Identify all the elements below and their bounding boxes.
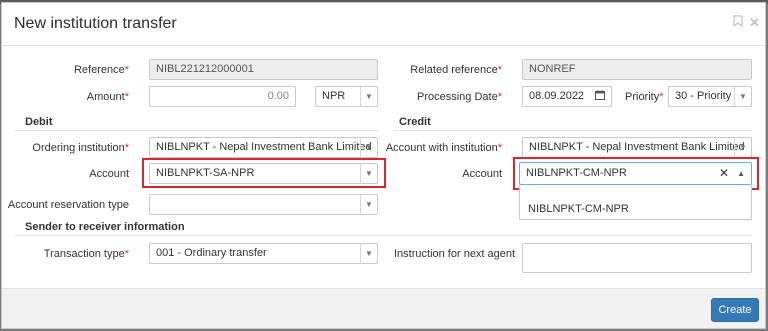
transaction-type-label: Transaction type*: [43, 248, 129, 260]
chevron-down-icon: ▼: [360, 195, 377, 214]
chevron-down-icon: ▼: [360, 244, 377, 263]
close-icon[interactable]: ✕: [749, 15, 760, 31]
processing-date-label: Processing Date*: [417, 91, 502, 103]
credit-account-select[interactable]: NIBLNPKT-CM-NPR ✕ ▲: [519, 162, 752, 185]
create-button[interactable]: Create: [711, 298, 759, 322]
chevron-down-icon: ▼: [360, 138, 377, 157]
ordering-institution-label: Ordering institution*: [32, 142, 129, 154]
debit-divider: [15, 130, 378, 131]
processing-date-input[interactable]: 08.09.2022: [522, 86, 612, 107]
credit-heading: Credit: [399, 116, 431, 128]
credit-account-dropdown: NIBLNPKT-CM-NPR: [519, 185, 752, 220]
account-with-institution-select[interactable]: NIBLNPKT - Nepal Investment Bank Limited…: [522, 137, 752, 158]
sender-info-divider: [15, 235, 752, 236]
priority-value: 30 - Priority: [675, 90, 732, 102]
account-reservation-type-label: Account reservation type: [7, 199, 129, 211]
debit-account-select[interactable]: NIBLNPKT-SA-NPR ▼: [149, 163, 378, 184]
transaction-type-select[interactable]: 001 - Ordinary transfer ▼: [149, 243, 378, 264]
related-reference-label: Related reference*: [410, 64, 502, 76]
dialog-footer: [2, 288, 765, 328]
credit-account-value: NIBLNPKT-CM-NPR: [526, 167, 627, 179]
chevron-down-icon: ▼: [360, 164, 377, 183]
debit-account-label: Account: [89, 168, 129, 180]
clear-selection-icon[interactable]: ✕: [719, 163, 729, 184]
ordering-institution-select[interactable]: NIBLNPKT - Nepal Investment Bank Limited…: [149, 137, 378, 158]
currency-value: NPR: [322, 90, 346, 102]
transaction-type-value: 001 - Ordinary transfer: [156, 247, 267, 259]
account-with-institution-label: Account with institution*: [385, 142, 502, 154]
debit-heading: Debit: [25, 116, 53, 128]
debit-account-value: NIBLNPKT-SA-NPR: [156, 167, 255, 179]
calendar-icon[interactable]: [595, 87, 605, 106]
chevron-down-icon: ▼: [734, 87, 751, 106]
instruction-textarea[interactable]: [522, 243, 752, 273]
credit-divider: [394, 130, 752, 131]
currency-select[interactable]: NPR ▼: [315, 86, 378, 107]
instruction-label: Instruction for next agent: [394, 248, 516, 260]
reference-label: Reference*: [73, 64, 129, 76]
institution-transfer-dialog: New institution transfer ✕ Reference* NI…: [1, 2, 766, 329]
chevron-down-icon: ▼: [734, 138, 751, 157]
dialog-title: New institution transfer: [14, 15, 177, 32]
reference-field: NIBL221212000001: [149, 59, 378, 80]
chevron-up-icon[interactable]: ▲: [737, 163, 745, 184]
amount-label: Amount*: [86, 91, 129, 103]
priority-label: Priority*: [625, 91, 664, 103]
priority-select[interactable]: 30 - Priority ▼: [668, 86, 752, 107]
account-with-institution-value: NIBLNPKT - Nepal Investment Bank Limited: [529, 141, 745, 153]
ordering-institution-value: NIBLNPKT - Nepal Investment Bank Limited: [156, 141, 372, 153]
amount-input[interactable]: 0.00: [149, 86, 296, 107]
dialog-header: New institution transfer ✕: [2, 3, 765, 46]
chevron-down-icon: ▼: [360, 87, 377, 106]
account-reservation-type-select[interactable]: ▼: [149, 194, 378, 215]
footer-divider: [2, 288, 765, 289]
bookmark-icon[interactable]: [733, 15, 743, 30]
sender-info-heading: Sender to receiver information: [25, 221, 185, 233]
processing-date-value: 08.09.2022: [529, 90, 585, 102]
dropdown-option[interactable]: NIBLNPKT-CM-NPR: [528, 203, 629, 215]
related-reference-field: NONREF: [522, 59, 752, 80]
credit-account-label: Account: [462, 168, 502, 180]
